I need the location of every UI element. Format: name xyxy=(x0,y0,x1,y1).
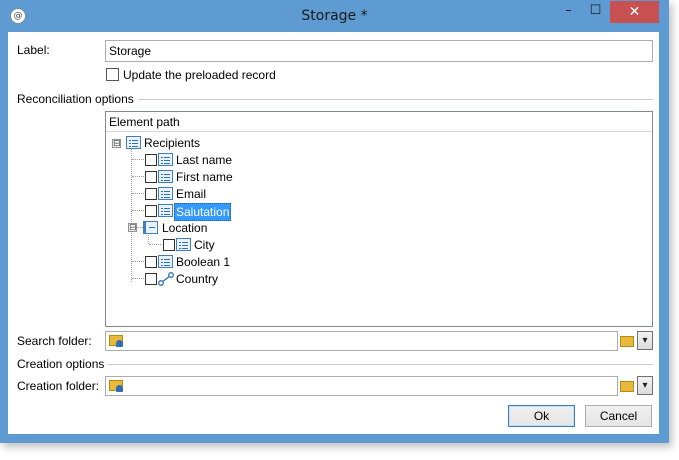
collection-icon xyxy=(143,221,158,234)
creation-folder-input[interactable] xyxy=(105,376,618,396)
tree-node-label: City xyxy=(194,238,215,252)
tree-connector xyxy=(132,159,144,160)
node-checkbox[interactable] xyxy=(145,188,157,200)
tree-node-label: Boolean 1 xyxy=(176,255,231,269)
node-checkbox[interactable] xyxy=(145,273,157,285)
expand-collapse-icon[interactable]: ⊟ xyxy=(128,223,137,232)
label-input-value: Storage xyxy=(109,44,152,58)
link-icon xyxy=(158,272,174,286)
tree-node-label: First name xyxy=(176,170,233,184)
update-preloaded-label[interactable]: Update the preloaded record xyxy=(123,68,276,82)
minimize-button[interactable]: – xyxy=(555,1,582,23)
list-icon xyxy=(158,153,173,166)
node-checkbox[interactable] xyxy=(145,256,157,268)
reconciliation-divider xyxy=(138,99,653,100)
folder-user-icon-person xyxy=(116,340,123,347)
tree-connector xyxy=(132,210,144,211)
creation-section-title: Creation options xyxy=(17,357,105,371)
list-icon xyxy=(158,204,173,217)
tree-node-label: Email xyxy=(176,187,207,201)
browse-folder-icon[interactable] xyxy=(620,381,634,392)
folder-user-icon-person xyxy=(116,385,123,392)
dialog-body: Label: Storage Update the preloaded reco… xyxy=(8,32,659,434)
node-checkbox[interactable] xyxy=(145,205,157,217)
update-preloaded-checkbox[interactable] xyxy=(106,68,119,81)
tree-connector xyxy=(132,261,144,262)
ok-button[interactable]: Ok xyxy=(508,405,575,427)
creation-folder-caption: Creation folder: xyxy=(17,379,100,393)
cancel-button[interactable]: Cancel xyxy=(585,405,652,427)
search-folder-input[interactable] xyxy=(105,331,618,351)
maximize-button[interactable]: ☐ xyxy=(582,1,609,23)
list-icon xyxy=(158,187,173,200)
list-icon xyxy=(158,170,173,183)
node-checkbox[interactable] xyxy=(163,239,175,251)
list-icon xyxy=(126,136,141,149)
tree-node-label: Salutation xyxy=(174,203,232,221)
label-caption: Label: xyxy=(17,43,50,57)
tree-node-label: Last name xyxy=(176,153,233,167)
expand-collapse-icon[interactable]: ⊟ xyxy=(112,139,121,148)
tree-node-label: Recipients xyxy=(144,136,201,150)
storage-dialog-window: @ Storage * – ☐ ✕ Label: Storage Update … xyxy=(0,0,669,443)
node-checkbox[interactable] xyxy=(145,171,157,183)
reconciliation-section-title: Reconciliation options xyxy=(17,92,134,106)
tree-node-label: Location xyxy=(162,221,208,235)
close-button[interactable]: ✕ xyxy=(610,1,659,23)
tree-node-label: Country xyxy=(176,272,219,286)
element-path-tree[interactable]: Element path ⊟ Recipients Last name Firs… xyxy=(105,111,653,327)
tree-connector xyxy=(132,176,144,177)
tree-column-header: Element path xyxy=(106,112,652,132)
browse-folder-icon[interactable] xyxy=(620,336,634,347)
search-folder-dropdown-button[interactable]: ▾ xyxy=(637,331,653,350)
list-icon xyxy=(176,238,191,251)
node-checkbox[interactable] xyxy=(145,154,157,166)
list-icon xyxy=(158,255,173,268)
search-folder-caption: Search folder: xyxy=(17,334,92,348)
tree-connector xyxy=(132,278,144,279)
label-input[interactable]: Storage xyxy=(105,40,653,62)
title-bar[interactable]: @ Storage * – ☐ ✕ xyxy=(1,1,668,32)
tree-connector xyxy=(132,193,144,194)
creation-folder-dropdown-button[interactable]: ▾ xyxy=(637,376,653,395)
creation-divider xyxy=(108,364,653,365)
tree-connector xyxy=(149,244,161,245)
